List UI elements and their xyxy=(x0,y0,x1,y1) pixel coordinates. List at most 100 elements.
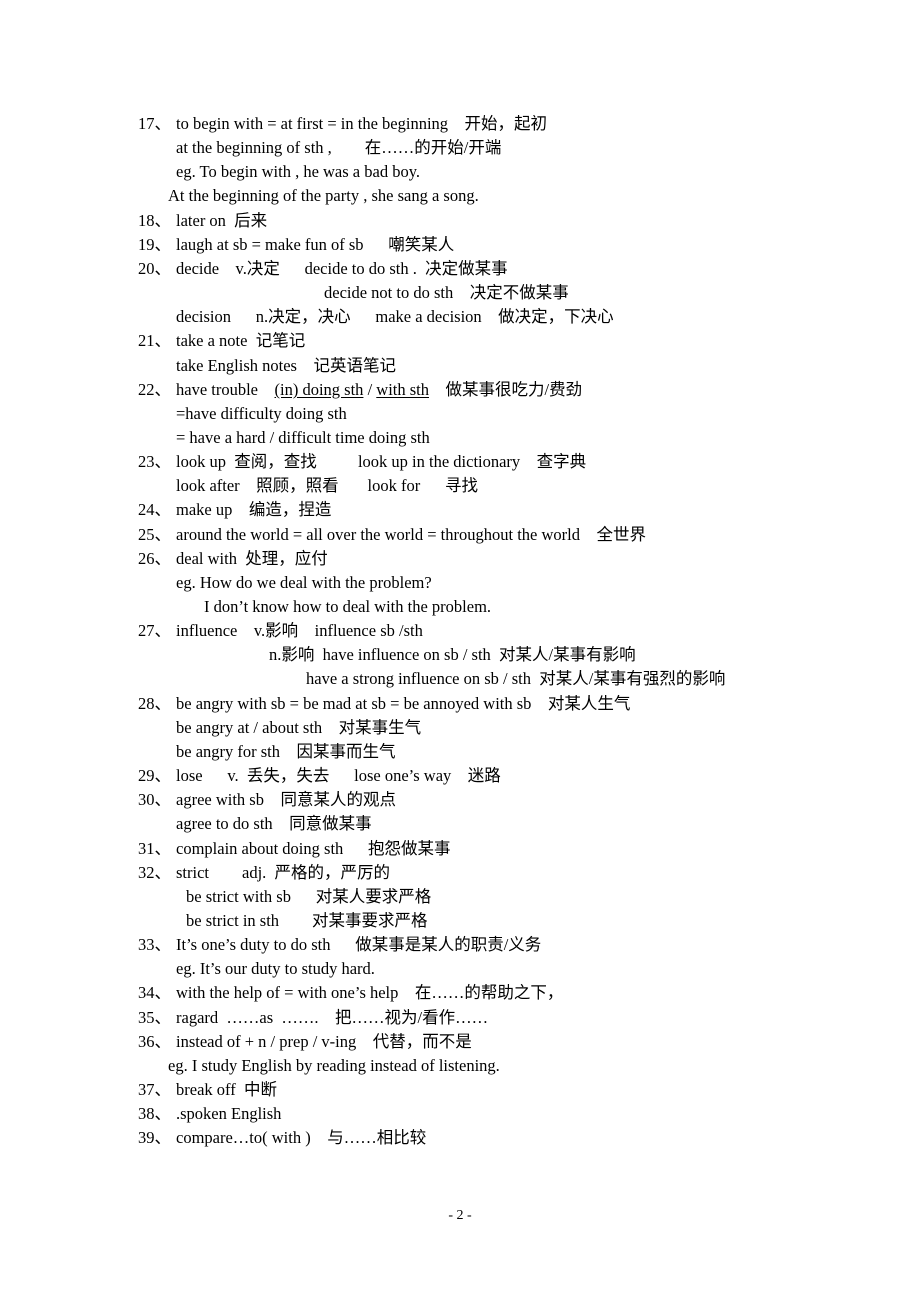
line-text: agree with sb 同意某人的观点 xyxy=(176,790,396,810)
document-page: 17、 to begin with = at first = in the beg… xyxy=(0,0,920,1302)
line-text: =have difficulty doing sth xyxy=(176,403,347,423)
vocab-line: =have difficulty doing sth xyxy=(176,404,347,424)
line-text: with the help of = with one’s help 在……的帮… xyxy=(176,983,564,1003)
line-text: agree to do sth 同意做某事 xyxy=(176,814,372,834)
vocab-line: decide v.决定 decide to do sth . 决定做某事 xyxy=(176,259,508,279)
item-number: 29、 xyxy=(138,766,171,786)
line-text: deal with 处理，应付 xyxy=(176,548,328,568)
item-number: 25、 xyxy=(138,524,171,544)
vocab-line: n.影响 have influence on sb / sth 对某人/某事有影… xyxy=(269,645,636,665)
item-number: 17、 xyxy=(138,114,171,133)
vocab-line: have a strong influence on sb / sth 对某人/… xyxy=(306,669,725,689)
vocab-line: make up 编造，捏造 xyxy=(176,500,331,520)
line-text: I don’t know how to deal with the proble… xyxy=(204,597,492,616)
item-number: 28、 xyxy=(138,693,171,713)
line-text: have trouble xyxy=(176,379,275,399)
vocab-line: = have a hard / difficult time doing sth xyxy=(176,428,430,448)
vocab-line: look up 查阅，查找 look up in the dictionary … xyxy=(176,452,586,472)
line-text: be angry for sth 因某事而生气 xyxy=(176,741,396,761)
item-number: 24、 xyxy=(138,500,171,520)
vocab-line: take a note 记笔记 xyxy=(176,331,305,351)
item-number: 18、 xyxy=(138,210,171,230)
vocab-line: decision n.决定，决心 make a decision 做决定，下决心 xyxy=(176,307,614,327)
vocab-line: eg. It’s our duty to study hard. xyxy=(176,959,375,979)
item-number: 38、 xyxy=(138,1104,171,1124)
vocab-line: eg. To begin with , he was a bad boy. xyxy=(176,162,420,182)
vocab-line: decide not to do sth 决定不做某事 xyxy=(324,283,569,303)
vocab-line: .spoken English xyxy=(176,1104,281,1124)
item-number: 30、 xyxy=(138,790,171,810)
item-number: 26、 xyxy=(138,548,171,568)
vocab-line: laugh at sb = make fun of sb 嘲笑某人 xyxy=(176,235,454,255)
vocab-line: instead of + n / prep / v-ing 代替，而不是 xyxy=(176,1032,472,1052)
item-number: 39、 xyxy=(138,1128,171,1148)
line-text: instead of + n / prep / v-ing 代替，而不是 xyxy=(176,1031,472,1051)
vocab-line: be strict with sb 对某人要求严格 xyxy=(186,887,431,907)
vocab-line: to begin with = at first = in the beginn… xyxy=(176,114,547,134)
item-number: 34、 xyxy=(138,983,171,1003)
line-text: complain about doing sth 抱怨做某事 xyxy=(176,838,451,858)
vocab-line: eg. How do we deal with the problem? xyxy=(176,573,432,593)
line-text: compare…to( with ) 与……相比较 xyxy=(176,1128,427,1148)
vocab-line: agree with sb 同意某人的观点 xyxy=(176,790,396,810)
line-text: decision n.决定，决心 make a decision 做决定，下决心 xyxy=(176,307,614,327)
vocab-line: deal with 处理，应付 xyxy=(176,549,328,569)
page-number: - 2 - xyxy=(448,1208,472,1223)
item-number: 32、 xyxy=(138,862,171,882)
item-number: 23、 xyxy=(138,452,171,472)
item-number: 21、 xyxy=(138,331,171,351)
vocab-line: complain about doing sth 抱怨做某事 xyxy=(176,839,451,859)
vocab-line: later on 后来 xyxy=(176,211,267,231)
vocab-line: be angry with sb = be mad at sb = be ann… xyxy=(176,694,630,714)
line-text: n.影响 have influence on sb / sth 对某人/某事有影… xyxy=(269,645,636,665)
vocab-line: be strict in sth 对某事要求严格 xyxy=(186,911,428,931)
vocab-line: It’s one’s duty to do sth 做某事是某人的职责/义务 xyxy=(176,935,541,955)
item-number: 37、 xyxy=(138,1080,171,1099)
vocab-line: be angry at / about sth 对某事生气 xyxy=(176,718,421,738)
line-text: break off 中断 xyxy=(176,1080,277,1099)
vocab-line: ragard ……as ……. 把……视为/看作…… xyxy=(176,1008,488,1028)
line-text: be angry with sb = be mad at sb = be ann… xyxy=(176,693,631,713)
line-text: eg. It’s our duty to study hard. xyxy=(176,959,375,979)
vocab-line: agree to do sth 同意做某事 xyxy=(176,814,372,834)
vocab-line: influence v.影响 influence sb /sth xyxy=(176,621,423,641)
vocab-line: strict adj. 严格的，严厉的 xyxy=(176,863,390,883)
vocab-line: break off 中断 xyxy=(176,1080,277,1100)
line-text: decide not to do sth 决定不做某事 xyxy=(324,283,569,303)
vocab-line: be angry for sth 因某事而生气 xyxy=(176,742,396,762)
line-text: eg. To begin with , he was a bad boy. xyxy=(176,162,421,182)
line-text: laugh at sb = make fun of sb 嘲笑某人 xyxy=(176,234,455,254)
vocab-line: around the world = all over the world = … xyxy=(176,525,646,545)
line-text: to begin with = at first = in the beginn… xyxy=(176,114,548,133)
line-text: around the world = all over the world = … xyxy=(176,524,646,544)
line-text: strict adj. 严格的，严厉的 xyxy=(176,862,391,882)
underlined-phrase: with sth xyxy=(376,379,429,399)
line-text: look up 查阅，查找 look up in the dictionary … xyxy=(176,452,587,472)
line-text: .spoken English xyxy=(176,1104,282,1124)
vocab-line: with the help of = with one’s help 在……的帮… xyxy=(176,983,563,1003)
line-text: At the beginning of the party , she sang… xyxy=(168,186,479,206)
line-text: take English notes 记英语笔记 xyxy=(176,355,396,375)
line-text: look after 照顾，照看 look for 寻找 xyxy=(176,476,479,496)
line-text: be angry at / about sth 对某事生气 xyxy=(176,717,422,737)
item-number: 22、 xyxy=(138,379,171,399)
line-text: eg. How do we deal with the problem? xyxy=(176,572,432,592)
vocab-line: lose v. 丢失，失去 lose one’s way 迷路 xyxy=(176,766,501,786)
item-number: 19、 xyxy=(138,234,171,254)
vocab-line: have trouble (in) doing sth / with sth 做… xyxy=(176,380,582,400)
line-text: lose v. 丢失，失去 lose one’s way 迷路 xyxy=(176,766,501,786)
vocab-line: I don’t know how to deal with the proble… xyxy=(204,597,491,617)
item-number: 36、 xyxy=(138,1031,171,1051)
vocab-line: eg. I study English by reading instead o… xyxy=(168,1056,500,1076)
line-text: be strict in sth 对某事要求严格 xyxy=(186,910,428,930)
item-number: 35、 xyxy=(138,1007,171,1027)
line-text: be strict with sb 对某人要求严格 xyxy=(186,886,432,906)
item-number: 31、 xyxy=(138,838,171,858)
line-text: make up 编造，捏造 xyxy=(176,500,332,520)
vocab-line: compare…to( with ) 与……相比较 xyxy=(176,1128,426,1148)
line-text: 做某事很吃力/费劲 xyxy=(429,379,583,399)
line-text: at the beginning of sth , 在……的开始/开端 xyxy=(176,138,502,158)
line-text: eg. I study English by reading instead o… xyxy=(168,1055,500,1075)
vocab-line: At the beginning of the party , she sang… xyxy=(168,186,479,206)
vocab-line: look after 照顾，照看 look for 寻找 xyxy=(176,476,478,496)
